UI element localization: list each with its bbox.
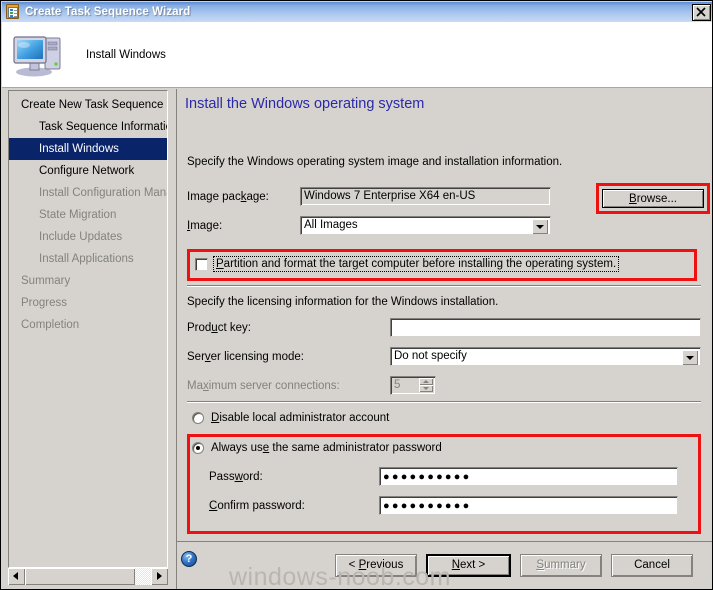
next-button[interactable]: Next > [426,554,511,577]
sidebar-item-install-configuration-manager[interactable]: Install Configuration Manag [9,182,167,204]
close-button[interactable] [692,3,711,21]
close-icon [696,6,706,17]
licensing-section-description: Specify the licensing information for th… [187,296,499,308]
partition-and-format-checkbox[interactable] [195,257,208,271]
browse-button[interactable]: Browse... [602,189,704,208]
sidebar-item-configure-network[interactable]: Configure Network [9,160,167,182]
sidebar-item-install-windows[interactable]: Install Windows [9,138,167,160]
wizard-header: Install Windows [2,22,712,88]
chevron-down-icon[interactable] [682,350,698,365]
window-title: Create Task Sequence Wizard [25,6,191,18]
clipboard-checklist-icon [5,4,21,20]
wizard-body: Create New Task Sequence Task Sequence I… [2,89,712,589]
confirm-password-value: ●●●●●●●●●● [383,500,472,512]
chevron-down-icon[interactable] [532,219,548,234]
cancel-button[interactable]: Cancel [611,554,693,577]
triangle-right-icon [157,572,162,580]
confirm-password-label: Confirm password: [209,500,305,512]
image-package-field[interactable]: Windows 7 Enterprise X64 en-US [300,187,551,206]
stepper-up-button[interactable] [419,378,433,385]
server-licensing-mode-label: Server licensing mode: [187,351,304,363]
disable-local-admin-radio[interactable] [192,412,204,424]
wizard-window: Create Task Sequence Wizard Install Wind… [0,0,713,590]
header-title: Install Windows [86,48,166,61]
product-key-input[interactable] [390,318,701,337]
browse-button-wrap: Browse... [602,189,704,208]
sidebar-item-task-sequence-information[interactable]: Task Sequence Information [9,116,167,138]
scroll-thumb[interactable] [25,568,135,585]
partition-and-format-checkbox-row[interactable]: Partition and format the target computer… [195,256,620,272]
stepper-down-button[interactable] [419,385,433,392]
always-same-password-radio[interactable] [192,442,204,454]
always-same-password-label[interactable]: Always use the same administrator passwo… [211,442,442,454]
password-input[interactable]: ●●●●●●●●●● [379,467,678,486]
computer-icon [12,31,68,79]
disable-local-admin-radio-row[interactable]: Disable local administrator account [192,412,389,424]
sidebar-item-completion[interactable]: Completion [9,314,167,336]
server-licensing-mode-select[interactable]: Do not specify [390,347,701,366]
sidebar-item-create-new-task-sequence[interactable]: Create New Task Sequence [9,94,167,116]
step-list: Create New Task Sequence Task Sequence I… [9,94,167,336]
sidebar-item-install-applications[interactable]: Install Applications [9,248,167,270]
image-package-label: Image package: [187,191,269,203]
image-select[interactable]: All Images [300,216,551,235]
max-server-connections-label: Maximum server connections: [187,380,340,392]
server-licensing-mode-value: Do not specify [394,350,467,362]
max-server-connections-stepper[interactable]: 5 [390,376,436,395]
sidebar-item-summary[interactable]: Summary [9,270,167,292]
scroll-left-button[interactable] [8,568,25,585]
sidebar-item-include-updates[interactable]: Include Updates [9,226,167,248]
always-same-password-radio-row[interactable]: Always use the same administrator passwo… [192,442,442,454]
wizard-footer: ? < Previous Next > Summary Cancel [176,541,712,589]
scroll-track[interactable] [25,568,151,585]
divider-licensing [187,285,701,287]
disable-local-admin-label[interactable]: Disable local administrator account [211,412,389,424]
help-question-icon[interactable]: ? [181,551,197,567]
page-title: Install the Windows operating system [185,96,425,112]
summary-button: Summary [520,554,602,577]
image-select-value: All Images [304,219,358,231]
password-value: ●●●●●●●●●● [383,471,472,483]
max-server-connections-value: 5 [394,379,401,391]
title-bar: Create Task Sequence Wizard [2,2,712,22]
image-label: Image: [187,220,223,232]
sidebar-horizontal-scrollbar[interactable] [8,568,168,585]
product-key-label: Product key: [187,322,251,334]
stepper-buttons[interactable] [419,378,433,393]
password-label: Password: [209,471,263,483]
previous-button[interactable]: < Previous [335,554,417,577]
sidebar-item-state-migration[interactable]: State Migration [9,204,167,226]
confirm-password-input[interactable]: ●●●●●●●●●● [379,496,678,515]
wizard-content-panel: Install the Windows operating system Spe… [176,89,712,541]
triangle-left-icon [13,572,18,580]
partition-and-format-label[interactable]: Partition and format the target computer… [213,256,620,272]
sidebar-item-progress[interactable]: Progress [9,292,167,314]
scroll-right-button[interactable] [151,568,168,585]
divider-admin [187,401,701,403]
wizard-steps-sidebar: Create New Task Sequence Task Sequence I… [8,90,168,568]
image-section-description: Specify the Windows operating system ima… [187,156,563,168]
